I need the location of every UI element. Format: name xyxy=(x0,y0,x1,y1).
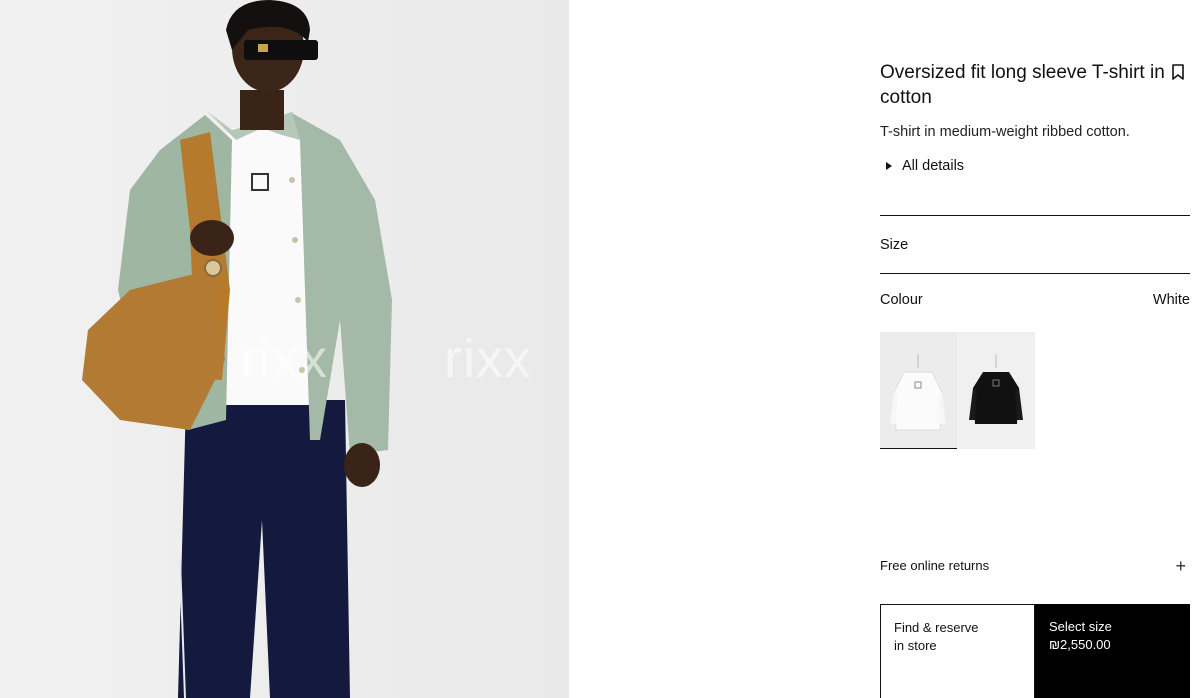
watermark-text: rixx xyxy=(240,329,328,389)
select-size-label: Select size xyxy=(1049,619,1112,634)
all-details-label: All details xyxy=(902,158,965,174)
bookmark-icon[interactable] xyxy=(1172,64,1186,82)
find-reserve-line1: Find & reserve xyxy=(894,620,979,635)
white-tee-thumbnail xyxy=(890,354,946,431)
size-selector[interactable]: Size xyxy=(880,216,1190,274)
find-reserve-line2: in store xyxy=(894,638,937,653)
colour-swatches xyxy=(880,332,1035,449)
product-title: Oversized fit long sleeve T-shirt in cot… xyxy=(880,62,1165,108)
product-hero-image[interactable]: rixx rixx xyxy=(0,0,569,698)
free-returns-accordion[interactable]: Free online returns + xyxy=(880,555,1190,576)
size-label: Size xyxy=(880,237,909,253)
colour-swatch-white[interactable] xyxy=(880,332,957,449)
colour-label: Colour xyxy=(880,292,923,308)
colour-row: Colour White xyxy=(880,292,1190,308)
black-tee-thumbnail xyxy=(969,354,1023,424)
plus-icon: + xyxy=(1175,555,1186,576)
watermark-text: rixx xyxy=(444,329,532,389)
product-info-panel: Oversized fit long sleeve T-shirt in cot… xyxy=(880,0,1190,698)
product-description: T-shirt in medium-weight ribbed cotton. xyxy=(880,124,1130,140)
find-reserve-button[interactable]: Find & reserve in store xyxy=(880,604,1035,698)
colour-value: White xyxy=(1152,292,1190,308)
triangle-right-icon xyxy=(886,162,892,170)
purchase-actions: Find & reserve in store Select size ₪2,5… xyxy=(880,604,1190,698)
price: ₪2,550.00 xyxy=(1049,637,1111,652)
free-returns-label: Free online returns xyxy=(880,558,990,573)
divider xyxy=(880,273,1190,274)
all-details-toggle[interactable]: All details xyxy=(880,158,964,174)
select-size-button[interactable]: Select size ₪2,550.00 xyxy=(1035,604,1190,698)
colour-swatch-black[interactable] xyxy=(957,332,1035,449)
